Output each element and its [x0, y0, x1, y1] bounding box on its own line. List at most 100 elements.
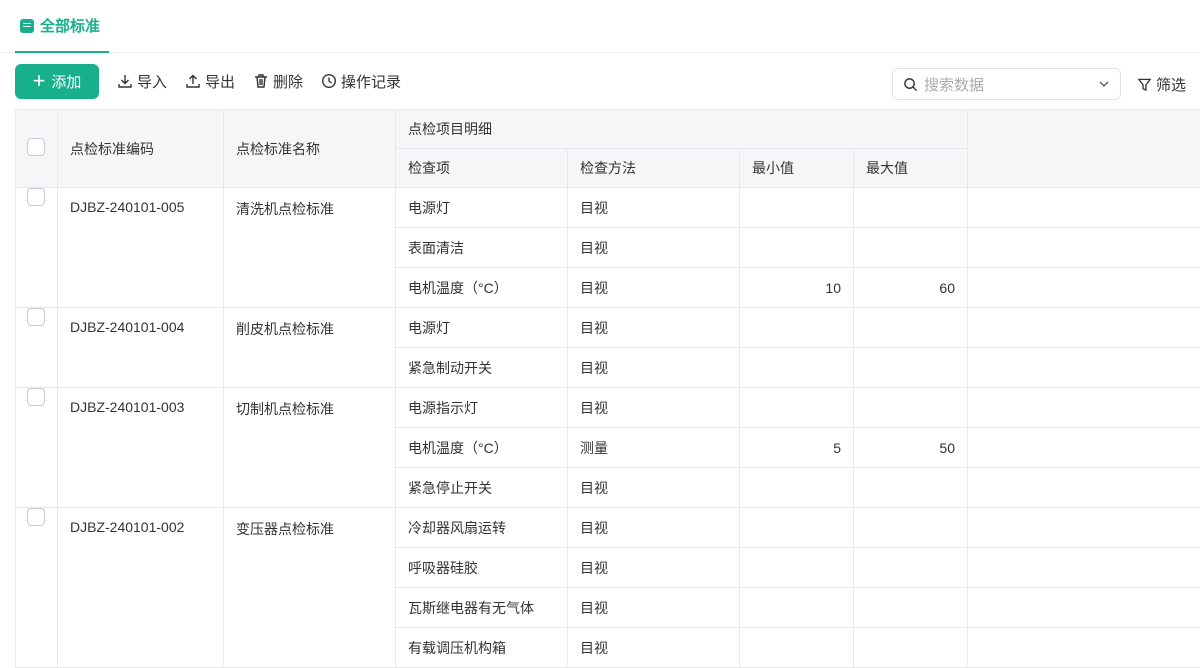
check-item: 紧急停止开关: [396, 468, 568, 508]
col-min: 最小值: [740, 149, 854, 188]
max-value: [854, 388, 968, 428]
search-placeholder: 搜索数据: [924, 74, 1092, 95]
standard-name: 变压器点检标准: [224, 508, 396, 668]
check-method: 目视: [568, 388, 740, 428]
row-checkbox[interactable]: [27, 308, 45, 326]
col-empty: [968, 110, 1200, 188]
check-method: 目视: [568, 188, 740, 228]
max-value: [854, 188, 968, 228]
empty-cell: [968, 548, 1200, 588]
max-value: [854, 228, 968, 268]
check-item: 有载调压机构箱: [396, 628, 568, 668]
min-value: [740, 348, 854, 388]
row-select-cell: [16, 188, 58, 308]
standard-code: DJBZ-240101-004: [58, 308, 224, 388]
max-value: [854, 628, 968, 668]
col-name: 点检标准名称: [224, 110, 396, 188]
check-method: 目视: [568, 228, 740, 268]
empty-cell: [968, 268, 1200, 308]
chevron-down-icon[interactable]: [1098, 78, 1110, 90]
import-button[interactable]: 导入: [117, 71, 167, 92]
tab-all-standards[interactable]: 全部标准: [15, 0, 109, 53]
table-row: DJBZ-240101-003切制机点检标准电源指示灯目视: [16, 388, 1200, 428]
standard-code: DJBZ-240101-003: [58, 388, 224, 508]
download-icon: [117, 73, 133, 89]
standard-name: 清洗机点检标准: [224, 188, 396, 308]
check-item: 电源指示灯: [396, 388, 568, 428]
min-value: [740, 188, 854, 228]
min-value: [740, 468, 854, 508]
search-icon: [903, 77, 918, 92]
filter-button[interactable]: 筛选: [1137, 68, 1186, 100]
check-method: 目视: [568, 588, 740, 628]
min-value: [740, 228, 854, 268]
check-method: 目视: [568, 308, 740, 348]
row-checkbox[interactable]: [27, 188, 45, 206]
upload-icon: [185, 73, 201, 89]
max-value: [854, 348, 968, 388]
table-row: DJBZ-240101-005清洗机点检标准电源灯目视: [16, 188, 1200, 228]
check-method: 目视: [568, 268, 740, 308]
check-method: 目视: [568, 348, 740, 388]
check-item: 电机温度（°C）: [396, 428, 568, 468]
check-item: 冷却器风扇运转: [396, 508, 568, 548]
standard-name: 削皮机点检标准: [224, 308, 396, 388]
search-input[interactable]: 搜索数据: [892, 68, 1121, 100]
col-max: 最大值: [854, 149, 968, 188]
max-value: [854, 308, 968, 348]
col-method: 检查方法: [568, 149, 740, 188]
check-method: 目视: [568, 628, 740, 668]
check-item: 瓦斯继电器有无气体: [396, 588, 568, 628]
empty-cell: [968, 428, 1200, 468]
export-button[interactable]: 导出: [185, 71, 235, 92]
empty-cell: [968, 628, 1200, 668]
delete-button[interactable]: 删除: [253, 71, 303, 92]
check-method: 目视: [568, 468, 740, 508]
standard-code: DJBZ-240101-002: [58, 508, 224, 668]
row-select-cell: [16, 388, 58, 508]
table-row: DJBZ-240101-002变压器点检标准冷却器风扇运转目视: [16, 508, 1200, 548]
col-item: 检查项: [396, 149, 568, 188]
check-method: 测量: [568, 428, 740, 468]
operation-log-button[interactable]: 操作记录: [321, 71, 401, 92]
check-item: 紧急制动开关: [396, 348, 568, 388]
max-value: [854, 508, 968, 548]
select-all-cell: [16, 110, 58, 188]
check-item: 表面清洁: [396, 228, 568, 268]
min-value: [740, 388, 854, 428]
min-value: [740, 628, 854, 668]
check-item: 电源灯: [396, 188, 568, 228]
empty-cell: [968, 348, 1200, 388]
max-value: 50: [854, 428, 968, 468]
row-select-cell: [16, 508, 58, 668]
min-value: [740, 588, 854, 628]
empty-cell: [968, 388, 1200, 428]
check-item: 电源灯: [396, 308, 568, 348]
plus-icon: +: [33, 70, 46, 92]
standard-name: 切制机点检标准: [224, 388, 396, 508]
col-detail: 点检项目明细: [396, 110, 968, 149]
empty-cell: [968, 188, 1200, 228]
add-button[interactable]: +添加: [15, 64, 99, 99]
min-value: 10: [740, 268, 854, 308]
check-method: 目视: [568, 508, 740, 548]
empty-cell: [968, 508, 1200, 548]
table-row: DJBZ-240101-004削皮机点检标准电源灯目视: [16, 308, 1200, 348]
empty-cell: [968, 308, 1200, 348]
col-code: 点检标准编码: [58, 110, 224, 188]
min-value: [740, 508, 854, 548]
max-value: [854, 548, 968, 588]
row-checkbox[interactable]: [27, 508, 45, 526]
empty-cell: [968, 468, 1200, 508]
row-checkbox[interactable]: [27, 388, 45, 406]
filter-icon: [1137, 77, 1152, 92]
row-select-cell: [16, 308, 58, 388]
trash-icon: [253, 73, 269, 89]
check-method: 目视: [568, 548, 740, 588]
select-all-checkbox[interactable]: [27, 138, 45, 156]
clock-icon: [321, 73, 337, 89]
empty-cell: [968, 588, 1200, 628]
min-value: [740, 308, 854, 348]
list-icon: [20, 19, 34, 33]
check-item: 呼吸器硅胶: [396, 548, 568, 588]
